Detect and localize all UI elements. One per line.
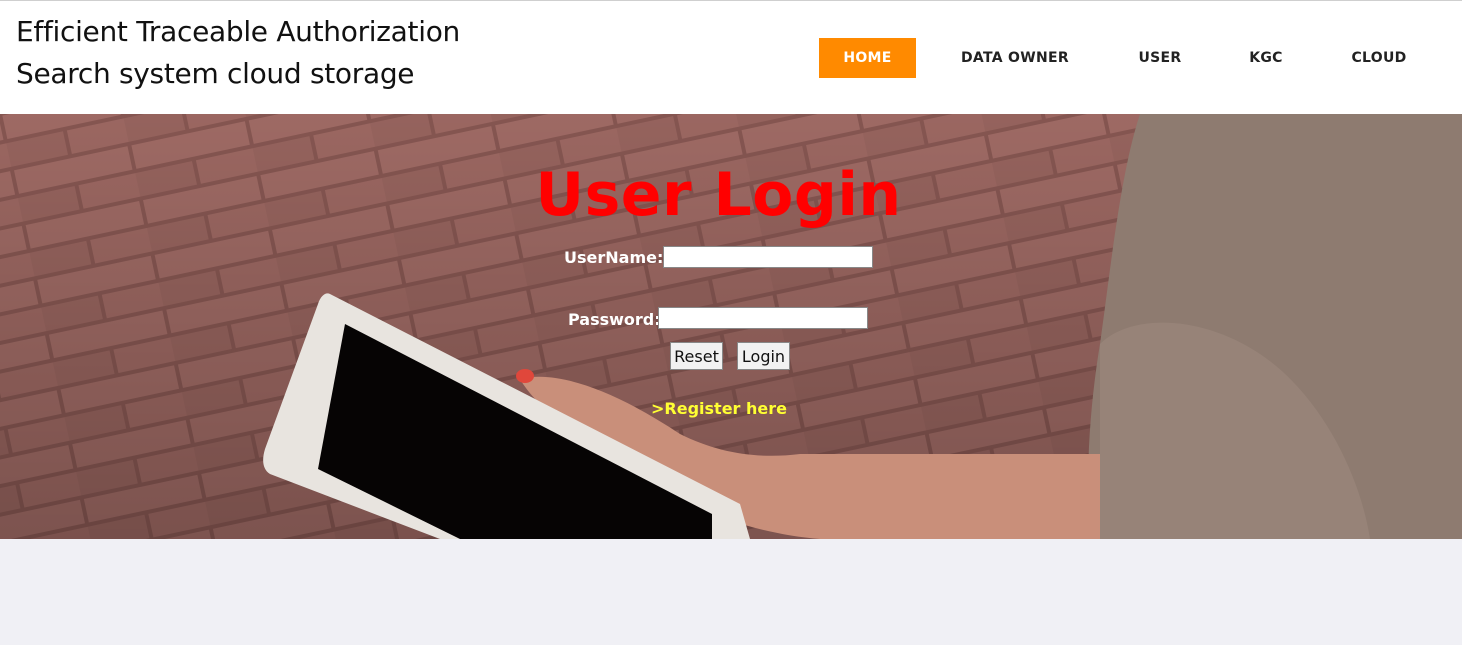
page-title: User Login bbox=[535, 160, 902, 230]
password-input[interactable] bbox=[658, 307, 868, 329]
main-nav: HOME DATA OWNER USER KGC CLOUD bbox=[0, 38, 1462, 78]
password-label: Password: bbox=[568, 310, 661, 329]
register-link[interactable]: >Register here bbox=[651, 399, 787, 418]
nav-home[interactable]: HOME bbox=[819, 38, 916, 78]
site-header: Efficient Traceable Authorization Search… bbox=[0, 0, 1462, 114]
nav-cloud[interactable]: CLOUD bbox=[1338, 38, 1420, 78]
nav-kgc[interactable]: KGC bbox=[1238, 38, 1294, 78]
nav-user[interactable]: USER bbox=[1124, 38, 1196, 78]
login-button[interactable]: Login bbox=[737, 342, 790, 370]
reset-button[interactable]: Reset bbox=[670, 342, 723, 370]
username-label: UserName: bbox=[564, 248, 664, 267]
hero-banner: User Login UserName: Password: Reset Log… bbox=[0, 114, 1462, 539]
nav-data-owner[interactable]: DATA OWNER bbox=[948, 38, 1082, 78]
username-input[interactable] bbox=[663, 246, 873, 268]
